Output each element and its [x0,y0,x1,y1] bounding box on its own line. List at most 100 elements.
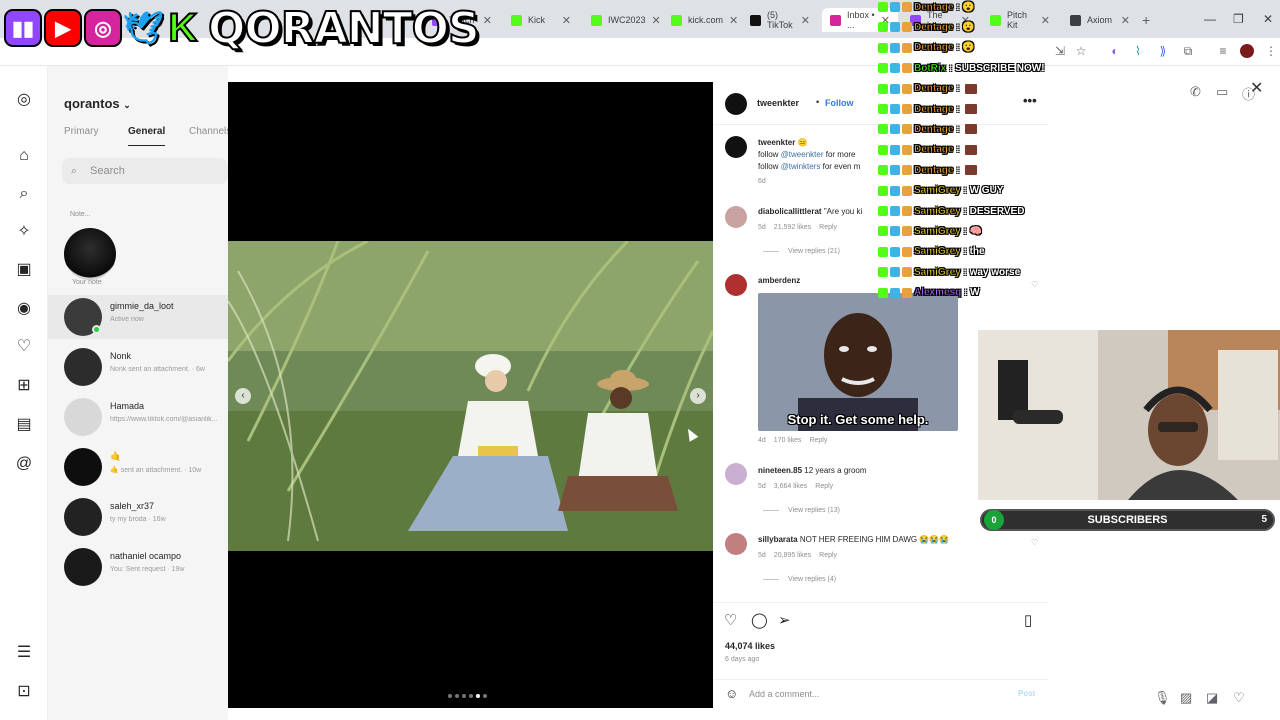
post-comment-button[interactable]: Post [1018,689,1035,698]
browser-tab[interactable]: IWC2023 ✕ [583,8,661,32]
carousel-dot [462,694,466,698]
more-menu-icon[interactable]: ☰ [14,643,34,663]
also-from-meta-icon[interactable]: ⊡ [14,682,34,702]
caption-author[interactable]: tweenkter 😐 [758,138,808,147]
home-icon[interactable]: ⌂ [14,146,34,166]
extension-icon[interactable]: ⌇ [1130,43,1146,59]
search-input[interactable]: ⌕ Search [62,158,228,184]
comment-input[interactable]: Add a comment... [749,689,820,699]
post-media[interactable]: ‹ › [228,82,713,708]
save-bookmark-icon[interactable]: ▯ [1024,611,1032,629]
reply-button[interactable]: Reply [819,552,837,559]
comment-gif[interactable]: Stop it. Get some help. [758,293,958,431]
follow-button[interactable]: Follow [825,98,854,108]
extension-icon[interactable]: ◐ [1107,43,1123,59]
chat-badge-icon [890,83,900,94]
tab-channels[interactable]: Channels [189,126,231,137]
avatar [64,348,102,386]
like-heart-icon[interactable]: ♡ [724,611,737,629]
video-call-icon[interactable]: ▭ [1216,84,1228,100]
chat-emote-icon [965,104,978,114]
avatar[interactable] [64,228,116,280]
messages-icon[interactable]: ◉ [14,299,34,319]
install-icon[interactable]: ⇲ [1052,43,1068,59]
view-replies-button[interactable]: View replies (13) [763,507,840,514]
tab-primary[interactable]: Primary [64,126,98,137]
phone-icon[interactable]: ✆ [1190,84,1201,100]
close-window-button[interactable]: ✕ [1263,12,1273,26]
chat-emote-icon [965,165,978,176]
close-tab-icon[interactable]: ✕ [801,14,810,27]
extensions-puzzle-icon[interactable]: ⧉ [1180,43,1196,59]
browser-tab[interactable]: kick.com ✕ [663,8,739,32]
conversation-preview: https://www.tiktok.com/@asianlik... [110,416,218,423]
browser-tab[interactable]: Pitch Kit ✕ [982,8,1058,32]
close-tab-icon[interactable]: ✕ [1041,14,1050,27]
extension-icon[interactable]: ⟫ [1155,43,1171,59]
tab-general[interactable]: General [128,126,166,146]
like-comment-icon[interactable]: ♡ [1031,538,1038,547]
likes-count[interactable]: 44,074 likes [725,641,775,651]
chat-badge-icon [878,104,888,114]
close-tab-icon[interactable]: ✕ [562,14,571,27]
menu-kebab-icon[interactable]: ⋮ [1263,43,1279,59]
like-heart-icon[interactable]: ♡ [1233,690,1245,706]
conversation-item[interactable]: saleh_xr37 ty my broda · 16w [48,495,228,539]
chat-badge-icon [878,63,888,74]
avatar[interactable] [725,206,747,228]
post-author[interactable]: tweenkter [757,98,799,108]
avatar[interactable] [725,136,747,158]
maximize-button[interactable]: ❐ [1233,12,1244,26]
close-modal-icon[interactable]: ✕ [1250,78,1263,98]
conversation-item[interactable]: Nonk Nonk sent an attachment. · 6w [48,345,228,389]
close-tab-icon[interactable]: ✕ [652,14,661,27]
reply-button[interactable]: Reply [819,224,837,231]
note-bubble[interactable]: Note... [70,211,91,218]
conversation-item[interactable]: gimmie_da_loot Active now [48,295,228,339]
avatar[interactable] [725,463,747,485]
explore-icon[interactable]: ✧ [14,222,34,242]
reading-list-icon[interactable]: ≡ [1215,43,1231,59]
avatar[interactable] [725,274,747,296]
view-replies-button[interactable]: View replies (21) [763,248,840,255]
profile-avatar[interactable] [1240,44,1254,58]
chat-message: Dentage : 😮 [878,0,975,16]
close-tab-icon[interactable]: ✕ [729,14,738,27]
minimize-button[interactable]: — [1204,12,1216,26]
sticker-icon[interactable]: ◪ [1206,690,1218,706]
search-icon[interactable]: ⌕ [14,184,34,204]
carousel-next-button[interactable]: › [690,388,706,404]
image-icon[interactable]: ▨ [1180,690,1192,706]
microphone-icon[interactable]: 🎙 [1154,690,1171,706]
conversation-item[interactable]: nathaniel ocampo You: Sent request · 19w [48,545,228,589]
emoji-icon[interactable]: ☺ [725,686,738,701]
browser-tab[interactable]: (5) TikTok ✕ [742,8,818,32]
account-username[interactable]: qorantos ⌄ [64,96,131,111]
like-comment-icon[interactable]: ♡ [1031,280,1038,289]
conversation-item[interactable]: 🤙 🤙 sent an attachment. · 10w [48,445,228,489]
notifications-heart-icon[interactable]: ♡ [14,337,34,357]
browser-tab[interactable]: Kick ✕ [503,8,579,32]
carousel-prev-button[interactable]: ‹ [235,388,251,404]
conversation-item[interactable]: Hamada https://www.tiktok.com/@asianlik..… [48,395,228,439]
avatar[interactable] [725,93,747,115]
threads-icon[interactable]: @ [14,454,34,474]
new-tab-button[interactable]: + [1142,12,1150,28]
chat-badge-icon [878,206,888,216]
reply-button[interactable]: Reply [809,437,827,444]
close-tab-icon[interactable]: ✕ [483,14,492,27]
create-icon[interactable]: ⊞ [14,376,34,396]
reels-icon[interactable]: ▣ [14,260,34,280]
dashboard-icon[interactable]: ▤ [14,415,34,435]
view-replies-button[interactable]: View replies (4) [763,576,836,583]
avatar[interactable] [725,533,747,555]
close-tab-icon[interactable]: ✕ [1121,14,1130,27]
browser-tab[interactable]: Axiom ✕ [1062,8,1138,32]
instagram-logo-icon[interactable]: ◎ [14,90,34,110]
bookmark-star-icon[interactable]: ☆ [1073,43,1089,59]
comment-text: amberdenz [758,276,801,285]
comment-icon[interactable]: ◯ [751,611,768,629]
more-options-icon[interactable]: ••• [1023,93,1037,108]
share-send-icon[interactable]: ➢ [778,611,791,629]
reply-button[interactable]: Reply [815,483,833,490]
